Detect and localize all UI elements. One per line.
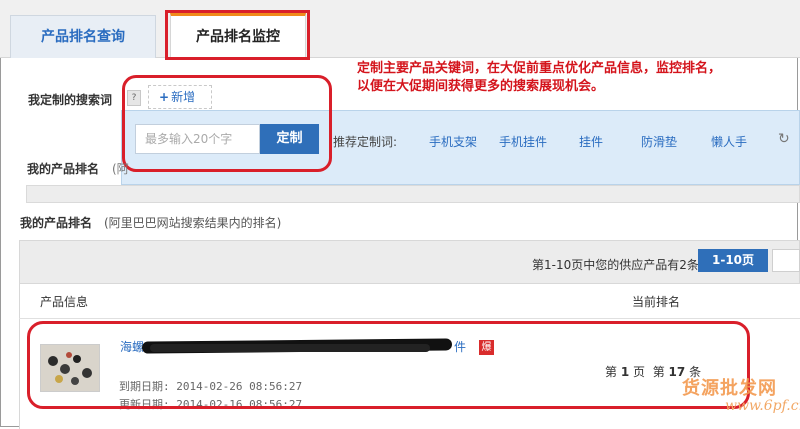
collapsed-strip <box>26 185 800 203</box>
recommend-word[interactable]: 手机支架 <box>429 133 477 150</box>
annotation-box-input <box>122 75 332 172</box>
my-rank-note-partial: (阿 <box>112 162 129 176</box>
recommend-label: 推荐定制词: <box>333 135 398 149</box>
tab-rank-query[interactable]: 产品排名查询 <box>10 15 156 58</box>
header-divider <box>19 318 800 319</box>
refresh-icon[interactable]: ↻ <box>778 131 790 147</box>
recommend-word[interactable]: 懒人手 <box>711 133 747 150</box>
recommend-word[interactable]: 挂件 <box>579 133 603 150</box>
annotation-box-row <box>27 321 750 409</box>
recommend-word[interactable]: 防滑垫 <box>641 133 677 150</box>
page-range-button[interactable]: 1-10页 <box>698 249 768 272</box>
search-words-label: 我定制的搜索词 <box>28 93 113 107</box>
column-header-rank: 当前排名 <box>632 295 681 309</box>
watermark-url: www.6pf.cn <box>725 398 800 414</box>
recommend-word[interactable]: 手机挂件 <box>499 133 547 150</box>
my-rank-note: (阿里巴巴网站搜索结果内的排名) <box>104 216 282 230</box>
annotation-text: 定制主要产品关键词，在大促前重点优化产品信息，监控排名，以便在大促期间获得更多的… <box>357 61 722 94</box>
results-summary: 第1-10页中您的供应产品有2条 <box>532 258 699 272</box>
my-rank-label: 我的产品排名 <box>20 216 93 230</box>
my-rank-label-partial: 我的产品排名 <box>27 162 100 176</box>
column-header-product: 产品信息 <box>40 295 89 309</box>
annotation-box-tab <box>165 10 310 60</box>
watermark-logo: 货源批发网 <box>682 378 777 399</box>
next-page-button[interactable] <box>772 249 800 272</box>
